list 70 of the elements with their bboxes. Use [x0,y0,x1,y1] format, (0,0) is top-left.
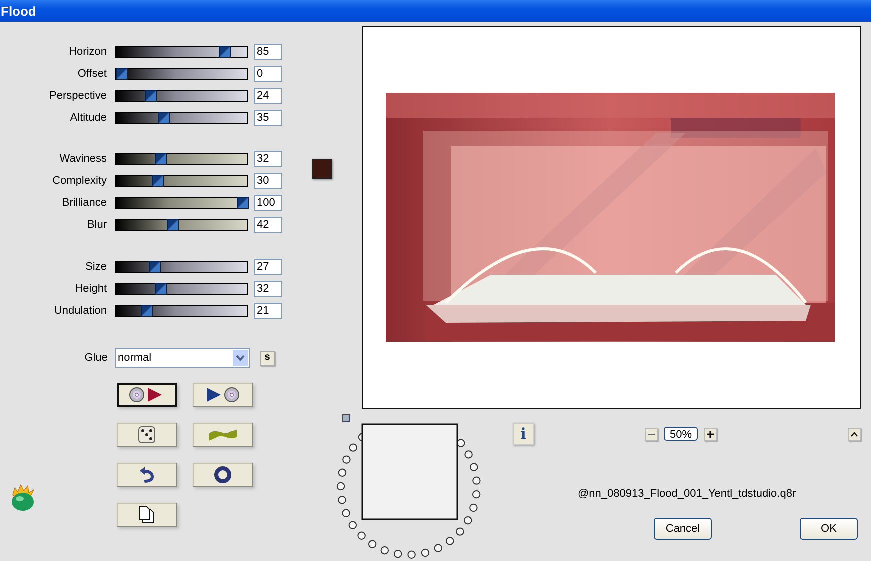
slider-thumb[interactable] [166,219,179,231]
slider-track[interactable] [115,90,248,102]
slider-thumb[interactable] [152,175,164,187]
value-field[interactable]: 0 [254,66,282,82]
slider-thumb[interactable] [237,197,249,209]
value-field[interactable]: 100 [254,195,282,211]
pages-icon [139,506,155,524]
color-swatch[interactable] [312,159,332,179]
arrow-disc-icon [205,386,241,404]
value-field[interactable]: 30 [254,173,282,189]
chevron-icon [233,350,248,366]
slider-label: Waviness [60,153,108,165]
undo-arrow-icon [139,466,155,484]
dot-ring-drawing[interactable] [336,433,481,559]
value-field[interactable]: 32 [254,281,282,297]
slider-label: Complexity [52,175,108,187]
slider-label: Blur [87,219,108,231]
slider-track[interactable] [115,112,248,124]
slider-track[interactable] [115,197,248,209]
slider-label: Height [75,283,108,295]
flame-egg-icon [10,484,36,512]
slider-label: Horizon [69,46,108,58]
slider-track[interactable] [115,68,248,80]
slider-thumb[interactable] [141,305,154,317]
ok-button[interactable]: OK [800,518,858,540]
zoom-out-button[interactable] [645,428,658,440]
zoom-field[interactable]: 50% [664,427,698,441]
value-field[interactable]: 32 [254,151,282,167]
slider-thumb[interactable] [158,112,170,124]
slider-label: Brilliance [62,197,108,209]
side-button[interactable]: s [260,350,275,366]
window-title: Flood [0,4,36,18]
slider-track[interactable] [115,261,248,273]
slider-thumb[interactable] [116,68,128,80]
slider-label: Undulation [54,305,108,317]
slider-thumb[interactable] [154,153,167,165]
zoom-in-button[interactable] [704,428,717,440]
plus-icon [707,430,714,438]
value-field[interactable]: 27 [254,259,282,275]
slider-thumb[interactable] [145,90,157,102]
slider-label: Size [86,261,108,273]
slider-thumb[interactable] [148,261,161,273]
slider-track[interactable] [115,219,248,231]
preset-filename: @nn_080913_Flood_001_Yentl_tdstudio.q8r [578,488,798,500]
slider-track[interactable] [115,305,248,317]
slider-label: Altitude [70,112,108,124]
cancel-button[interactable]: Cancel [654,518,712,540]
collapse-button[interactable] [848,428,861,440]
value-field[interactable]: 24 [254,88,282,104]
caret-icon [851,432,858,436]
slider-track[interactable] [115,46,248,58]
slider-label: Perspective [50,90,108,102]
value-field[interactable]: 21 [254,303,282,319]
dice-icon [138,426,156,444]
slider-label: Offset [78,68,108,80]
slider-track[interactable] [115,175,248,187]
value-field[interactable]: 85 [254,44,282,60]
handle-icon[interactable] [342,414,350,422]
slider-thumb[interactable] [218,46,231,58]
info-button[interactable]: i [513,423,534,445]
glue-dropdown[interactable]: normal [115,348,250,368]
tool-button[interactable] [117,383,177,407]
ring-icon [214,466,232,484]
value-field[interactable]: 42 [254,217,282,233]
wave-icon [208,427,238,443]
glue-label: Glue [84,352,108,364]
slider-thumb[interactable] [154,283,167,295]
value-field[interactable]: 35 [254,110,282,126]
slider-track[interactable] [115,153,248,165]
slider-track[interactable] [115,283,248,295]
